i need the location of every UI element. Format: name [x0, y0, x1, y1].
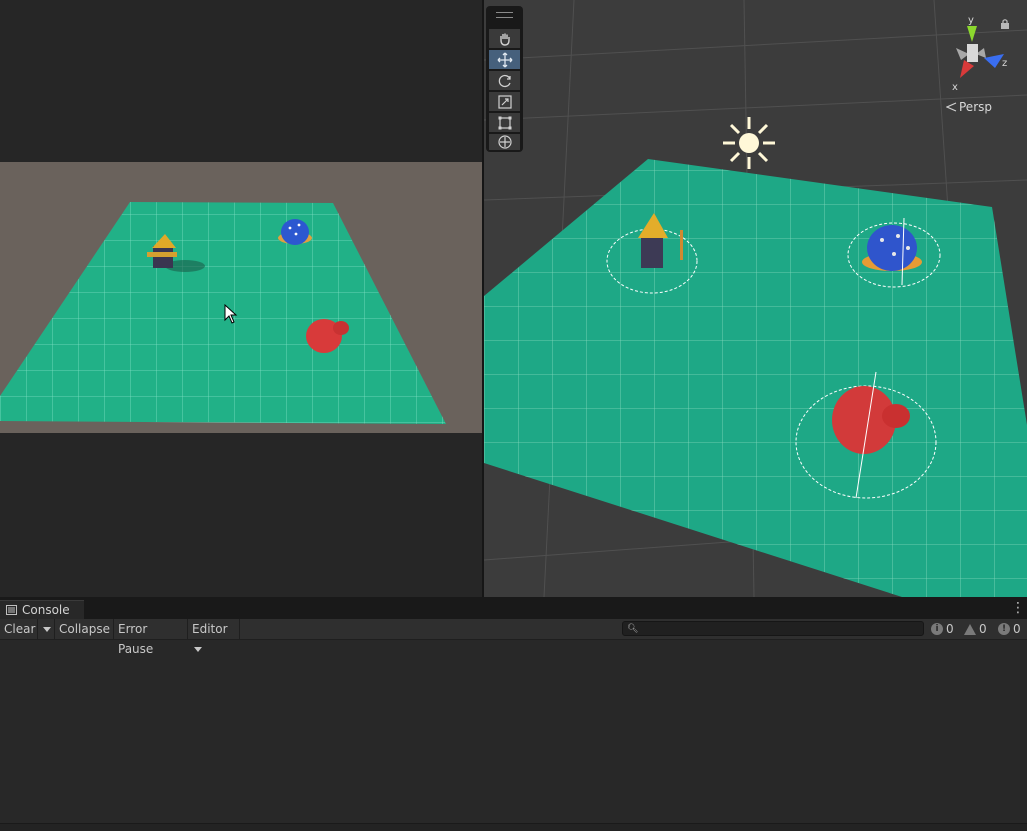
- mouse-cursor-icon: [224, 304, 238, 324]
- ground-plane: [484, 159, 1027, 597]
- hand-icon: [499, 33, 510, 46]
- error-count[interactable]: ! 0: [998, 619, 1021, 639]
- error-count-value: 0: [1013, 622, 1021, 636]
- chevron-down-icon: [43, 627, 51, 632]
- projection-toggle[interactable]: Persp: [946, 99, 1006, 115]
- transform-icon: [497, 135, 512, 149]
- warning-count-value: 0: [979, 622, 987, 636]
- directional-light-icon: [723, 117, 775, 169]
- log-count-value: 0: [946, 622, 954, 636]
- info-icon: i: [931, 623, 943, 635]
- rect-tool-button[interactable]: [489, 113, 520, 132]
- warning-icon: [964, 623, 976, 635]
- kebab-icon[interactable]: ⋮: [1011, 600, 1025, 616]
- log-count[interactable]: i 0: [931, 619, 954, 639]
- perspective-icon: [946, 102, 957, 112]
- console-icon: [6, 605, 17, 615]
- tab-console[interactable]: Console: [0, 600, 84, 619]
- clear-options-dropdown[interactable]: [38, 619, 55, 639]
- axis-y-label: y: [968, 15, 974, 26]
- console-log-list[interactable]: [0, 640, 1027, 823]
- scale-icon: [497, 94, 512, 109]
- editor-dropdown-label: Editor: [192, 622, 228, 636]
- rotate-icon: [498, 74, 511, 87]
- search-icon: 🔍︎: [627, 624, 639, 634]
- warning-count[interactable]: 0: [964, 619, 987, 639]
- move-icon: [497, 52, 512, 67]
- drag-grip-icon[interactable]: [496, 12, 513, 18]
- projection-label: Persp: [959, 100, 992, 114]
- rotate-tool-button[interactable]: [489, 71, 520, 90]
- console-tab-bar: [0, 597, 1027, 619]
- clear-button[interactable]: Clear: [0, 619, 38, 639]
- editor-dropdown[interactable]: Editor: [188, 619, 240, 652]
- scale-tool-button[interactable]: [489, 92, 520, 111]
- axis-z-label: z: [1002, 58, 1007, 69]
- transform-tool-button[interactable]: [489, 134, 520, 150]
- collapse-button[interactable]: Collapse: [55, 619, 114, 639]
- collapse-button-label: Collapse: [59, 622, 110, 636]
- ground-plane: [0, 202, 446, 424]
- game-scene: [0, 202, 446, 424]
- search-input[interactable]: 🔍︎: [622, 621, 924, 636]
- tool-palette: [486, 6, 523, 152]
- clear-button-label: Clear: [4, 622, 36, 636]
- move-tool-button[interactable]: [489, 50, 520, 69]
- lock-icon[interactable]: [1000, 18, 1010, 30]
- error-pause-button[interactable]: Error Pause: [114, 619, 188, 656]
- error-icon: !: [998, 623, 1010, 635]
- hand-tool-button[interactable]: [489, 29, 520, 48]
- axis-x-label: x: [952, 82, 958, 93]
- game-render[interactable]: [0, 162, 482, 433]
- rect-transform-icon: [498, 116, 511, 129]
- tab-console-label: Console: [22, 603, 70, 617]
